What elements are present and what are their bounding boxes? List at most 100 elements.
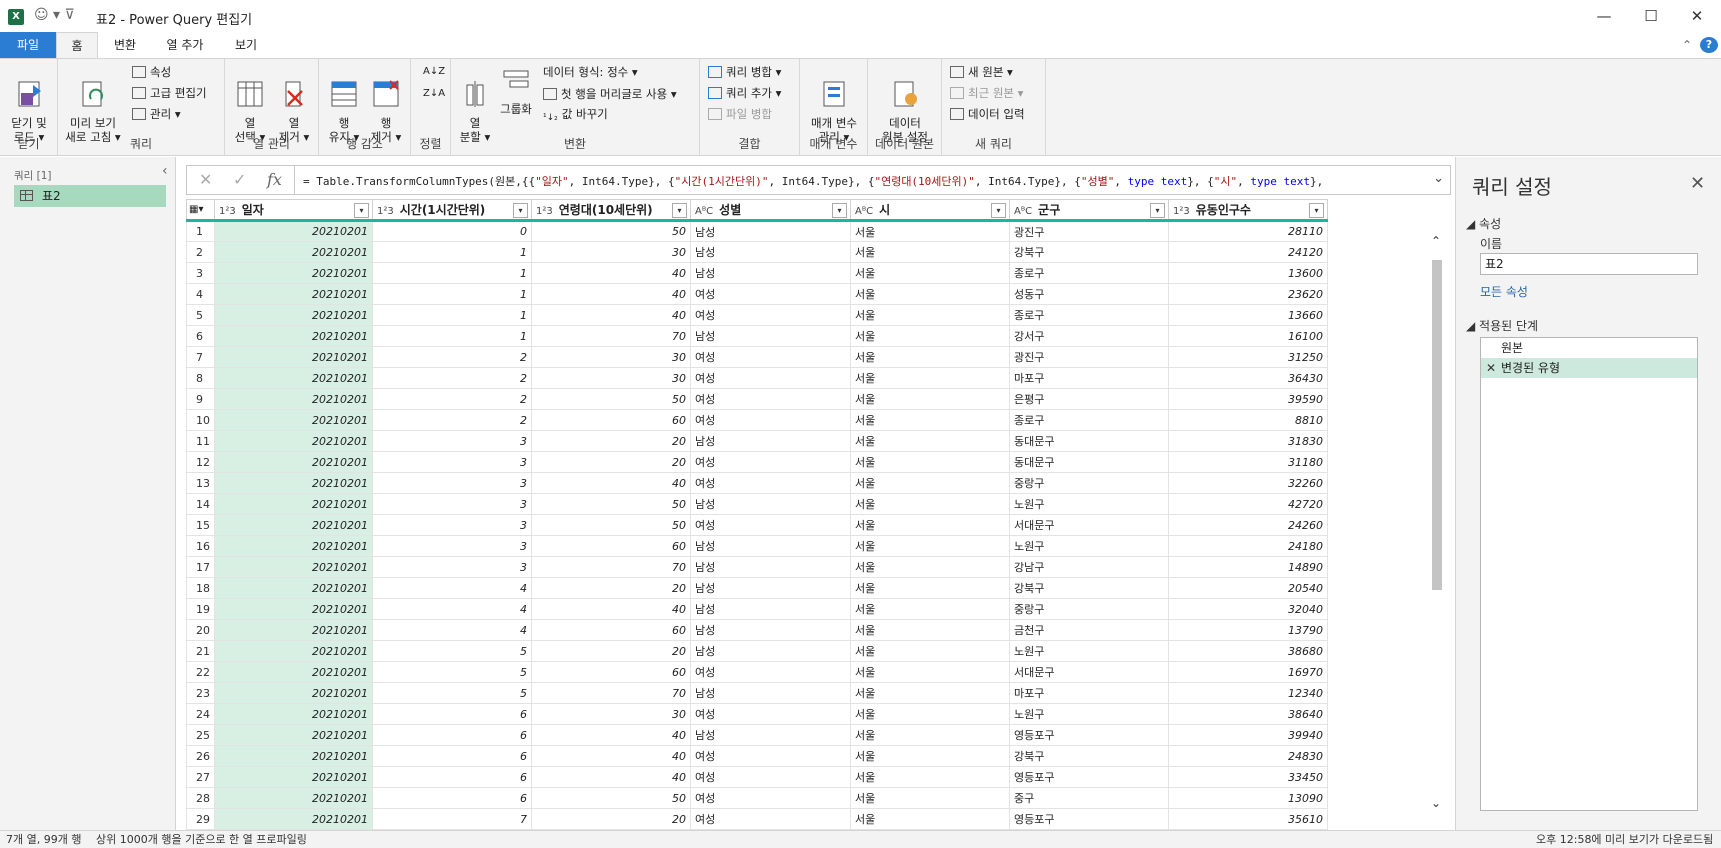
row-number[interactable]: 20	[186, 619, 215, 641]
row-number[interactable]: 9	[186, 388, 215, 410]
table-cell[interactable]: 여성	[690, 388, 851, 410]
column-header[interactable]: 1²3 시간(1시간단위) ▾	[372, 199, 532, 222]
collapse-ribbon-icon[interactable]: ⌃	[1680, 32, 1694, 58]
new-source-button[interactable]: 새 원본 ▾	[950, 63, 1013, 81]
table-cell[interactable]: 8810	[1168, 409, 1328, 431]
table-cell[interactable]: 70	[531, 682, 691, 704]
excel-icon[interactable]: X	[8, 9, 24, 25]
table-cell[interactable]: 20210201	[214, 787, 373, 809]
filter-dropdown-icon[interactable]: ▾	[991, 203, 1006, 218]
tab-view[interactable]: 보기	[220, 32, 272, 58]
row-number[interactable]: 6	[186, 325, 215, 347]
table-cell[interactable]: 1	[372, 262, 532, 284]
column-type-icon[interactable]: 1²3	[1173, 206, 1190, 217]
table-cell[interactable]: 6	[372, 745, 532, 767]
table-cell[interactable]: 서울	[850, 808, 1010, 830]
table-cell[interactable]: 4	[372, 598, 532, 620]
table-cell[interactable]: 60	[531, 409, 691, 431]
table-cell[interactable]: 광진구	[1009, 220, 1169, 242]
table-cell[interactable]: 40	[531, 262, 691, 284]
table-cell[interactable]: 20210201	[214, 703, 373, 725]
column-type-icon[interactable]: 1²3	[219, 206, 236, 217]
table-cell[interactable]: 1	[372, 283, 532, 305]
table-cell[interactable]: 20210201	[214, 514, 373, 536]
scroll-up-icon[interactable]: ⌃	[1431, 234, 1441, 248]
merge-queries-button[interactable]: 쿼리 병합 ▾	[708, 63, 781, 81]
table-cell[interactable]: 30	[531, 241, 691, 263]
table-cell[interactable]: 광진구	[1009, 346, 1169, 368]
table-cell[interactable]: 20210201	[214, 598, 373, 620]
filter-dropdown-icon[interactable]: ▾	[1309, 203, 1324, 218]
table-cell[interactable]: 2	[372, 409, 532, 431]
table-cell[interactable]: 20210201	[214, 556, 373, 578]
table-cell[interactable]: 38680	[1168, 640, 1328, 662]
table-cell[interactable]: 24830	[1168, 745, 1328, 767]
table-cell[interactable]: 3	[372, 535, 532, 557]
tab-add-column[interactable]: 열 추가	[152, 32, 218, 58]
choose-columns-button[interactable]: 열 선택 ▾	[229, 65, 271, 144]
filter-dropdown-icon[interactable]: ▾	[672, 203, 687, 218]
table-cell[interactable]: 4	[372, 577, 532, 599]
table-cell[interactable]: 1	[372, 304, 532, 326]
table-cell[interactable]: 영등포구	[1009, 724, 1169, 746]
table-cell[interactable]: 3	[372, 451, 532, 473]
table-cell[interactable]: 5	[372, 640, 532, 662]
table-cell[interactable]: 서울	[850, 514, 1010, 536]
scroll-down-icon[interactable]: ⌄	[1431, 796, 1441, 810]
table-cell[interactable]: 20210201	[214, 262, 373, 284]
table-cell[interactable]: 서울	[850, 682, 1010, 704]
row-number[interactable]: 27	[186, 766, 215, 788]
table-cell[interactable]: 39590	[1168, 388, 1328, 410]
table-cell[interactable]: 0	[372, 220, 532, 242]
column-header[interactable]: AᴮC 시 ▾	[850, 199, 1010, 222]
table-cell[interactable]: 영등포구	[1009, 766, 1169, 788]
table-cell[interactable]: 여성	[690, 703, 851, 725]
group-by-button[interactable]: 그룹화	[497, 65, 535, 116]
table-cell[interactable]: 남성	[690, 598, 851, 620]
row-number[interactable]: 19	[186, 598, 215, 620]
table-cell[interactable]: 중랑구	[1009, 598, 1169, 620]
table-cell[interactable]: 여성	[690, 661, 851, 683]
table-cell[interactable]: 20210201	[214, 346, 373, 368]
table-cell[interactable]: 강남구	[1009, 556, 1169, 578]
table-cell[interactable]: 20210201	[214, 535, 373, 557]
applied-steps-label[interactable]: ◢ 적용된 단계	[1466, 317, 1538, 334]
table-cell[interactable]: 20	[531, 640, 691, 662]
table-cell[interactable]: 4	[372, 619, 532, 641]
row-number[interactable]: 29	[186, 808, 215, 830]
table-cell[interactable]: 40	[531, 724, 691, 746]
refresh-preview-button[interactable]: 미리 보기 새로 고침 ▾	[64, 65, 122, 144]
table-cell[interactable]: 서울	[850, 556, 1010, 578]
table-cell[interactable]: 남성	[690, 619, 851, 641]
table-cell[interactable]: 50	[531, 493, 691, 515]
tab-file[interactable]: 파일	[0, 32, 56, 58]
query-item[interactable]: 표2	[14, 185, 166, 207]
table-cell[interactable]: 남성	[690, 430, 851, 452]
row-number[interactable]: 13	[186, 472, 215, 494]
table-cell[interactable]: 서울	[850, 724, 1010, 746]
maximize-button[interactable]: ☐	[1628, 4, 1674, 28]
table-cell[interactable]: 서울	[850, 325, 1010, 347]
table-cell[interactable]: 14890	[1168, 556, 1328, 578]
table-cell[interactable]: 강북구	[1009, 241, 1169, 263]
table-menu-icon[interactable]: ▦▾	[186, 199, 215, 222]
manage-parameters-button[interactable]: 매개 변수 관리 ▾	[804, 65, 864, 144]
replace-values-button[interactable]: ¹↓₂ 값 바꾸기	[543, 105, 608, 123]
formula-text[interactable]: = Table.TransformColumnTypes(원본,{{"일자", …	[303, 173, 1423, 189]
minimize-button[interactable]: —	[1581, 4, 1627, 28]
table-cell[interactable]: 남성	[690, 640, 851, 662]
table-cell[interactable]: 20210201	[214, 367, 373, 389]
remove-columns-button[interactable]: 열 제거 ▾	[273, 65, 315, 144]
table-cell[interactable]: 31830	[1168, 430, 1328, 452]
table-cell[interactable]: 24120	[1168, 241, 1328, 263]
table-cell[interactable]: 서울	[850, 703, 1010, 725]
fx-icon[interactable]: fx	[267, 170, 282, 189]
data-type-dropdown[interactable]: 데이터 형식: 정수 ▾	[543, 63, 638, 81]
table-cell[interactable]: 13090	[1168, 787, 1328, 809]
table-cell[interactable]: 30	[531, 346, 691, 368]
sort-descending-icon[interactable]: Z↓A	[423, 85, 445, 103]
table-cell[interactable]: 13660	[1168, 304, 1328, 326]
table-cell[interactable]: 50	[531, 514, 691, 536]
table-cell[interactable]: 40	[531, 766, 691, 788]
table-cell[interactable]: 20210201	[214, 304, 373, 326]
